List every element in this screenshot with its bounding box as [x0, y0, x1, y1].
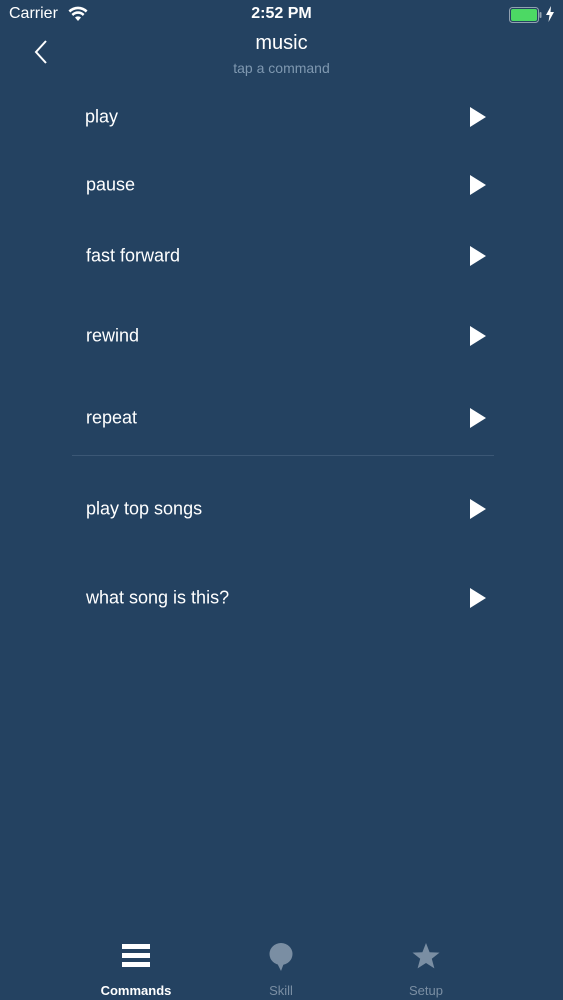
- page-title: music: [255, 32, 308, 54]
- command-label: pause: [86, 174, 136, 195]
- command-label: play top songs: [86, 498, 203, 519]
- tab-setup[interactable]: Setup: [366, 932, 486, 1000]
- tab-label: Setup: [409, 983, 443, 998]
- tab-commands[interactable]: Commands: [76, 932, 196, 1000]
- command-row-what-song-is-this[interactable]: what song is this?: [72, 573, 494, 623]
- battery-icon: [509, 7, 543, 28]
- command-label: repeat: [86, 407, 138, 428]
- play-icon[interactable]: [470, 246, 486, 266]
- play-icon[interactable]: [470, 175, 486, 195]
- command-row-play[interactable]: play: [72, 92, 494, 142]
- tab-label: Skill: [269, 983, 293, 998]
- tab-label: Commands: [100, 983, 172, 998]
- tab-skill[interactable]: Skill: [221, 932, 341, 1000]
- command-label: fast forward: [86, 245, 181, 266]
- play-icon[interactable]: [470, 408, 486, 428]
- play-icon[interactable]: [470, 499, 486, 519]
- charging-bolt-icon: [545, 6, 555, 27]
- play-icon[interactable]: [470, 107, 486, 127]
- star-icon: [411, 942, 441, 975]
- status-bar: Carrier 2:52 PM: [0, 0, 563, 30]
- command-row-repeat[interactable]: repeat: [72, 393, 494, 443]
- command-row-pause[interactable]: pause: [72, 160, 494, 210]
- tab-bar: Commands Skill Setup: [0, 932, 563, 1000]
- section-divider: [72, 455, 494, 456]
- page-subtitle: tap a command: [233, 60, 330, 76]
- command-label: rewind: [86, 325, 140, 346]
- command-label: what song is this?: [86, 587, 230, 608]
- play-icon[interactable]: [470, 326, 486, 346]
- speech-bubble-icon: [267, 942, 295, 977]
- command-row-fast-forward[interactable]: fast forward: [72, 231, 494, 281]
- status-time: 2:52 PM: [251, 5, 312, 22]
- command-label: play: [85, 106, 119, 127]
- command-row-rewind[interactable]: rewind: [72, 311, 494, 361]
- screen: Carrier 2:52 PM music tap a command play…: [0, 0, 563, 1000]
- play-icon[interactable]: [470, 588, 486, 608]
- list-icon: [121, 942, 151, 975]
- command-row-play-top-songs[interactable]: play top songs: [72, 484, 494, 534]
